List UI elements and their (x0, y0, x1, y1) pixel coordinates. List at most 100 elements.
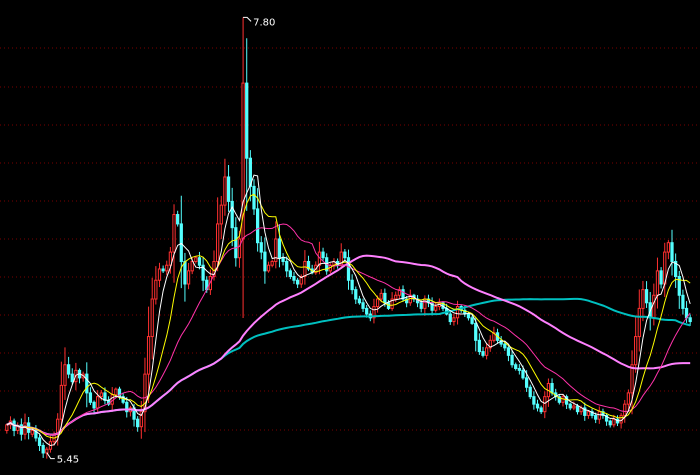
candle-body-down (245, 82, 249, 159)
candle-body-down (281, 257, 285, 262)
candle-body-up (434, 306, 438, 311)
candle-body-up (655, 270, 660, 296)
candle-body-up (237, 238, 242, 259)
candle-body-up (172, 214, 176, 253)
candle-body-up (45, 448, 49, 454)
candle-body-down (481, 351, 485, 356)
candle-body-down (295, 279, 300, 285)
candle-body-down (528, 386, 532, 398)
candle-body-up (59, 384, 63, 420)
candle-body-up (146, 336, 151, 375)
candle-body-down (183, 260, 187, 285)
candle-body-down (466, 313, 471, 319)
candle-body-down (575, 405, 580, 413)
candle-body-down (277, 238, 282, 259)
candle-body-up (270, 260, 274, 266)
candle-body-up (379, 292, 383, 300)
candle-body-down (532, 396, 536, 405)
candle-body-down (292, 275, 296, 281)
candle-body-down (644, 289, 649, 304)
candle-body-down (524, 377, 529, 388)
candle-body-up (154, 279, 158, 300)
candle-body-down (88, 392, 93, 403)
candle-body-up (623, 403, 627, 416)
low-price-label: 5.45 (57, 455, 79, 466)
candle-body-up (5, 424, 9, 431)
candle-body-up (216, 223, 220, 262)
candle-body-up (485, 347, 489, 356)
candle-body-up (165, 264, 169, 272)
candle-body-up (186, 270, 191, 285)
candle-body-up (619, 414, 623, 424)
candle-body-down (365, 307, 369, 315)
candle-body-up (634, 336, 638, 366)
candle-body-down (568, 403, 572, 409)
candle-body-down (346, 257, 351, 281)
candle-body-down (288, 270, 292, 277)
candle-body-down (256, 208, 260, 244)
candle-body-up (23, 422, 27, 435)
candle-body-down (506, 347, 511, 356)
candle-body-down (670, 242, 674, 262)
candle-body-up (99, 392, 103, 398)
candle-body-down (41, 444, 45, 454)
candle-body-up (150, 298, 154, 338)
candle-body-down (161, 268, 165, 272)
candle-body-down (343, 251, 347, 259)
candle-body-down (252, 185, 256, 210)
candle-body-down (470, 317, 474, 324)
stock-candlestick-chart: 7.80 5.45 (0, 0, 700, 475)
candle-body-up (96, 396, 100, 409)
candle-body-up (641, 289, 645, 309)
candle-body-down (136, 418, 140, 428)
candle-body-down (448, 313, 452, 323)
candle-body-up (612, 418, 616, 426)
candle-body-down (350, 279, 354, 291)
candle-body-down (361, 302, 365, 309)
candle-body-up (452, 317, 456, 323)
candle-body-up (666, 242, 670, 253)
candle-body-up (16, 426, 20, 431)
candle-body-down (354, 289, 358, 300)
candle-body-down (419, 302, 423, 309)
candle-body-up (543, 396, 547, 413)
candle-body-down (594, 414, 598, 420)
candle-body-down (197, 257, 202, 266)
candle-body-down (383, 292, 387, 304)
candle-body-down (263, 251, 267, 272)
candle-body-up (223, 176, 227, 206)
candle-body-down (474, 322, 478, 341)
candle-body-down (259, 242, 263, 253)
candle-body-up (303, 260, 307, 277)
candle-body-down (226, 176, 231, 202)
candle-body-down (176, 214, 180, 225)
candle-body-down (179, 223, 183, 262)
candle-body-up (586, 411, 591, 416)
candle-body-up (597, 411, 601, 420)
candle-body-down (477, 339, 481, 353)
candle-body-down (70, 373, 74, 383)
candle-body-up (114, 388, 118, 396)
candle-body-down (517, 367, 521, 371)
candle-body-down (510, 354, 514, 366)
candle-body-up (63, 364, 67, 386)
candle-body-down (66, 364, 71, 375)
candle-body-down (357, 298, 362, 304)
candle-body-down (550, 383, 554, 394)
candle-body-down (234, 227, 238, 259)
candle-body-down (659, 270, 663, 285)
candle-body-up (219, 204, 223, 225)
candle-body-down (514, 364, 518, 369)
candle-body-up (375, 298, 380, 308)
candle-body-up (110, 394, 114, 405)
candle-body-down (535, 403, 540, 409)
candle-body-up (266, 264, 271, 272)
candle-body-up (194, 257, 198, 262)
candle-body-up (394, 294, 398, 300)
candle-body-down (608, 420, 612, 426)
candle-body-down (503, 343, 507, 349)
candle-body-down (85, 373, 89, 394)
candle-body-down (688, 317, 692, 323)
candle-body-down (539, 407, 543, 413)
candle-body-up (30, 429, 34, 435)
